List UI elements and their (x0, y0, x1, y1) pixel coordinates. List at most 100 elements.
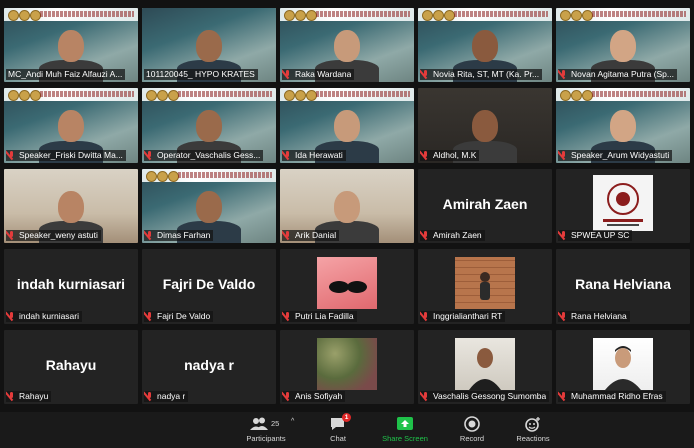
chat-badge: 1 (342, 413, 351, 422)
profile-picture (593, 337, 653, 390)
participant-tile[interactable]: nadya r nadya r (142, 329, 276, 404)
participant-grid: MC_Andi Muh Faiz Alfauzi A... 101120045_ … (4, 8, 690, 406)
participant-tile[interactable]: Anis Sofiyah (280, 329, 414, 404)
muted-mic-icon (284, 150, 292, 160)
record-label: Record (459, 434, 485, 443)
participant-name: Fajri De Valdo (157, 310, 211, 321)
participant-name: Novia Rita, ST, MT (Ka. Pr... (433, 69, 540, 80)
participant-name: Inggrialianthari RT (433, 310, 503, 321)
participant-name: Putri Lia Fadilla (295, 310, 354, 321)
muted-mic-icon (560, 231, 568, 240)
muted-mic-icon (560, 70, 568, 79)
participant-face (610, 30, 636, 62)
participant-tile[interactable]: indah kurniasari indah kurniasari (4, 249, 138, 324)
meeting-toolbar: 25 ^ Participants 1 Chat Share Screen Re… (0, 412, 694, 448)
participant-name-label: Anis Sofiyah (282, 390, 346, 402)
logo-icon (295, 10, 306, 21)
participant-name-label: Aldhol, M.K (420, 149, 480, 161)
logo-icon (8, 90, 19, 102)
participant-name-label: Amirah Zaen (420, 230, 485, 242)
participants-icon: 25 ^ (236, 416, 296, 432)
participant-name-label: Fajri De Valdo (144, 310, 214, 322)
participant-tile[interactable]: 101120045_ HYPO KRATES (142, 8, 276, 83)
event-banner (556, 88, 690, 102)
profile-picture (317, 257, 377, 310)
participant-name-label: Operator_Vaschalis Gess... (144, 149, 264, 161)
participant-tile[interactable]: Speaker_weny astuti (4, 168, 138, 244)
participant-tile[interactable]: Vaschalis Gessong Sumomba (418, 329, 552, 404)
event-banner (418, 8, 552, 21)
banner-text (40, 11, 134, 17)
logo-icon (571, 90, 582, 102)
participant-face (472, 30, 498, 62)
participant-name-label: Speaker_Arum Widyastuti (558, 149, 673, 161)
participant-name-label: Raka Wardana (282, 69, 355, 81)
participant-tile[interactable]: Speaker_Friski Dwitta Ma... (4, 88, 138, 163)
participant-tile[interactable]: Novan Agitama Putra (Sp... (556, 8, 690, 83)
participants-label: Participants (246, 434, 286, 443)
logo-icon (8, 10, 19, 21)
participant-tile[interactable]: Operator_Vaschalis Gess... (142, 88, 276, 163)
profile-picture (455, 257, 515, 310)
profile-picture (455, 337, 515, 390)
logo-icon (284, 10, 295, 21)
participant-tile[interactable]: Speaker_Arum Widyastuti (556, 88, 690, 163)
reactions-button[interactable]: Reactions (508, 416, 558, 443)
muted-mic-icon (146, 391, 154, 401)
banner-text (592, 91, 686, 98)
logo-icon (146, 170, 157, 182)
logo-icon (157, 170, 168, 182)
participant-face (196, 30, 222, 62)
reactions-icon (524, 416, 542, 432)
banner-text (592, 11, 686, 17)
participant-tile[interactable]: Putri Lia Fadilla (280, 249, 414, 324)
participant-name-label: Inggrialianthari RT (420, 310, 506, 322)
participant-tile[interactable]: Arik Danial (280, 168, 414, 244)
record-icon (463, 416, 481, 432)
muted-mic-icon (146, 311, 154, 321)
banner-text (178, 91, 272, 98)
participant-display-name: indah kurniasari (16, 276, 126, 293)
participant-tile[interactable]: Inggrialianthari RT (418, 249, 552, 324)
participant-tile[interactable]: SPWEA UP SC (556, 168, 690, 244)
participant-tile[interactable]: Muhammad Ridho Efras (556, 329, 690, 404)
participant-name-label: Putri Lia Fadilla (282, 310, 357, 322)
banner-text (40, 91, 134, 98)
chat-button[interactable]: 1 Chat (318, 413, 358, 443)
participant-tile[interactable]: Fajri De Valdo Fajri De Valdo (142, 249, 276, 324)
logo-icon (422, 10, 433, 21)
participant-tile[interactable]: Novia Rita, ST, MT (Ka. Pr... (418, 8, 552, 83)
participant-tile[interactable]: Rana Helviana Rana Helviana (556, 249, 690, 324)
participant-tile[interactable]: Rahayu Rahayu (4, 329, 138, 404)
muted-mic-icon (422, 311, 430, 321)
participant-tile[interactable]: Raka Wardana (280, 8, 414, 83)
participant-name-label: Muhammad Ridho Efras (558, 390, 666, 402)
participant-tile[interactable]: Dimas Farhan (142, 168, 276, 244)
participant-tile[interactable]: Amirah Zaen Amirah Zaen (418, 168, 552, 244)
banner-text (316, 11, 410, 17)
participants-button[interactable]: 25 ^ Participants (236, 416, 296, 443)
participant-tile[interactable]: Aldhol, M.K (418, 88, 552, 163)
share-screen-icon (396, 416, 414, 432)
record-button[interactable]: Record (452, 416, 492, 443)
muted-mic-icon (560, 391, 568, 401)
participant-face (334, 110, 360, 143)
muted-mic-icon (146, 231, 154, 240)
participant-name: 101120045_ HYPO KRATES (146, 69, 255, 80)
participant-name-label: Novan Agitama Putra (Sp... (558, 69, 677, 81)
share-screen-button[interactable]: Share Screen (373, 416, 437, 443)
participant-name-label: Rana Helviana (558, 310, 630, 322)
participant-display-name: Amirah Zaen (442, 195, 528, 212)
participants-count: 25 (271, 419, 280, 428)
participant-tile[interactable]: Ida Herawati (280, 88, 414, 163)
participants-chevron-icon[interactable]: ^ (291, 418, 294, 425)
participant-tile[interactable]: MC_Andi Muh Faiz Alfauzi A... (4, 8, 138, 83)
muted-mic-icon (284, 391, 292, 401)
event-banner (280, 88, 414, 102)
chat-icon: 1 (329, 413, 351, 432)
participant-face (196, 190, 222, 223)
participant-name-label: Speaker_Friski Dwitta Ma... (6, 149, 126, 161)
logo-icon (560, 10, 571, 21)
participant-name-label: Rahayu (6, 390, 52, 402)
banner-text (316, 91, 410, 98)
